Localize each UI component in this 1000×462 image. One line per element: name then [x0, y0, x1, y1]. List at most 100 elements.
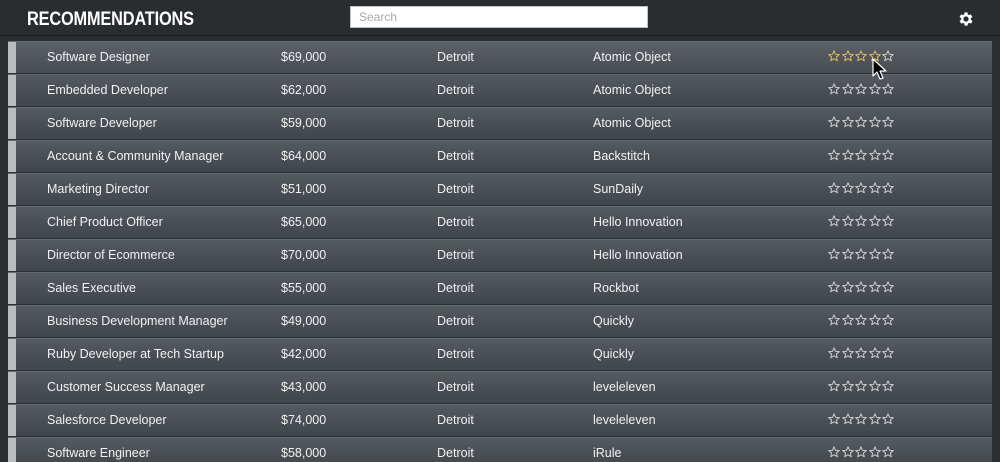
star-icon[interactable] [868, 281, 881, 293]
star-icon[interactable] [868, 380, 881, 392]
star-icon[interactable] [882, 215, 894, 227]
table-row[interactable]: Account & Community Manager $64,000 Detroi… [8, 140, 992, 173]
star-icon[interactable] [828, 149, 840, 161]
table-row[interactable]: Sales Executive $55,000 Detroit Rockbot [8, 272, 992, 305]
star-icon[interactable] [841, 347, 854, 359]
star-icon[interactable] [828, 281, 840, 293]
row-accent-bar [8, 75, 16, 106]
star-icon[interactable] [841, 50, 854, 62]
table-row[interactable]: Salesforce Developer $74,000 Detroit levele… [8, 404, 992, 437]
table-row[interactable]: Customer Success Manager $43,000 Detroit le… [8, 371, 992, 404]
table-row[interactable]: Marketing Director $51,000 Detroit SunDaily [8, 173, 992, 206]
star-icon[interactable] [882, 248, 894, 260]
star-icon[interactable] [868, 347, 881, 359]
star-icon[interactable] [882, 446, 894, 458]
table-row[interactable]: Software Engineer $58,000 Detroit iRule [8, 437, 992, 462]
star-rating [828, 281, 894, 297]
salary: $65,000 [281, 215, 327, 229]
star-icon[interactable] [841, 413, 854, 425]
star-icon[interactable] [868, 413, 881, 425]
star-icon[interactable] [882, 314, 894, 326]
star-icon[interactable] [828, 347, 840, 359]
star-icon[interactable] [855, 380, 867, 392]
star-icon[interactable] [882, 50, 894, 62]
star-icon[interactable] [882, 380, 894, 392]
star-icon[interactable] [855, 314, 867, 326]
star-icon[interactable] [841, 314, 854, 326]
star-icon[interactable] [828, 314, 840, 326]
row-accent-bar [8, 141, 16, 172]
star-icon[interactable] [868, 83, 881, 95]
star-icon[interactable] [841, 446, 854, 458]
company-name: Backstitch [593, 149, 650, 163]
table-row[interactable]: Chief Product Officer $65,000 Detroit Hello… [8, 206, 992, 239]
table-row[interactable]: Software Developer $59,000 Detroit Atomic O… [8, 107, 992, 140]
company-name: leveleleven [593, 380, 656, 394]
star-icon[interactable] [841, 248, 854, 260]
star-icon[interactable] [868, 116, 881, 128]
star-icon[interactable] [882, 413, 894, 425]
star-icon[interactable] [855, 50, 867, 62]
job-title: Sales Executive [47, 281, 136, 295]
star-icon[interactable] [841, 149, 854, 161]
star-icon[interactable] [855, 248, 867, 260]
star-icon[interactable] [841, 281, 854, 293]
table-row[interactable]: Director of Ecommerce $70,000 Detroit Hello… [8, 239, 992, 272]
star-icon[interactable] [868, 314, 881, 326]
star-icon[interactable] [828, 116, 840, 128]
star-icon[interactable] [828, 446, 840, 458]
star-icon[interactable] [841, 215, 854, 227]
company-name: iRule [593, 446, 622, 460]
star-icon[interactable] [841, 83, 854, 95]
company-name: Quickly [593, 314, 634, 328]
star-icon[interactable] [841, 182, 854, 194]
star-icon[interactable] [841, 116, 854, 128]
star-icon[interactable] [868, 215, 881, 227]
star-icon[interactable] [841, 380, 854, 392]
star-icon[interactable] [855, 347, 867, 359]
star-icon[interactable] [855, 413, 867, 425]
row-accent-bar [8, 240, 16, 271]
search-input[interactable] [350, 6, 648, 28]
company-name: Rockbot [593, 281, 639, 295]
star-icon[interactable] [855, 116, 867, 128]
star-icon[interactable] [855, 83, 867, 95]
job-title: Business Development Manager [47, 314, 228, 328]
table-row[interactable]: Software Designer $69,000 Detroit Atomic Ob… [8, 41, 992, 74]
company-name: Hello Innovation [593, 248, 683, 262]
star-icon[interactable] [882, 149, 894, 161]
star-icon[interactable] [828, 413, 840, 425]
star-icon[interactable] [828, 50, 840, 62]
table-row[interactable]: Business Development Manager $49,000 Detro… [8, 305, 992, 338]
star-rating [828, 347, 894, 363]
star-icon[interactable] [828, 248, 840, 260]
row-accent-bar [8, 339, 16, 370]
star-icon[interactable] [868, 182, 881, 194]
star-icon[interactable] [882, 83, 894, 95]
star-icon[interactable] [828, 182, 840, 194]
star-icon[interactable] [882, 281, 894, 293]
star-icon[interactable] [868, 149, 881, 161]
star-icon[interactable] [882, 182, 894, 194]
star-icon[interactable] [868, 248, 881, 260]
star-rating [828, 215, 894, 231]
star-icon[interactable] [868, 50, 881, 62]
job-title: Customer Success Manager [47, 380, 205, 394]
table-row[interactable]: Ruby Developer at Tech Startup $42,000 Det… [8, 338, 992, 371]
star-icon[interactable] [882, 347, 894, 359]
star-icon[interactable] [855, 281, 867, 293]
table-row[interactable]: Embedded Developer $62,000 Detroit Atomic O… [8, 74, 992, 107]
star-icon[interactable] [882, 116, 894, 128]
star-icon[interactable] [855, 215, 867, 227]
star-icon[interactable] [855, 149, 867, 161]
salary: $59,000 [281, 116, 327, 130]
gear-icon[interactable] [957, 10, 975, 28]
star-icon[interactable] [855, 446, 867, 458]
star-icon[interactable] [828, 380, 840, 392]
row-accent-bar [8, 405, 16, 436]
star-icon[interactable] [828, 215, 840, 227]
city: Detroit [437, 347, 474, 361]
star-icon[interactable] [855, 182, 867, 194]
star-icon[interactable] [868, 446, 881, 458]
star-icon[interactable] [828, 83, 840, 95]
